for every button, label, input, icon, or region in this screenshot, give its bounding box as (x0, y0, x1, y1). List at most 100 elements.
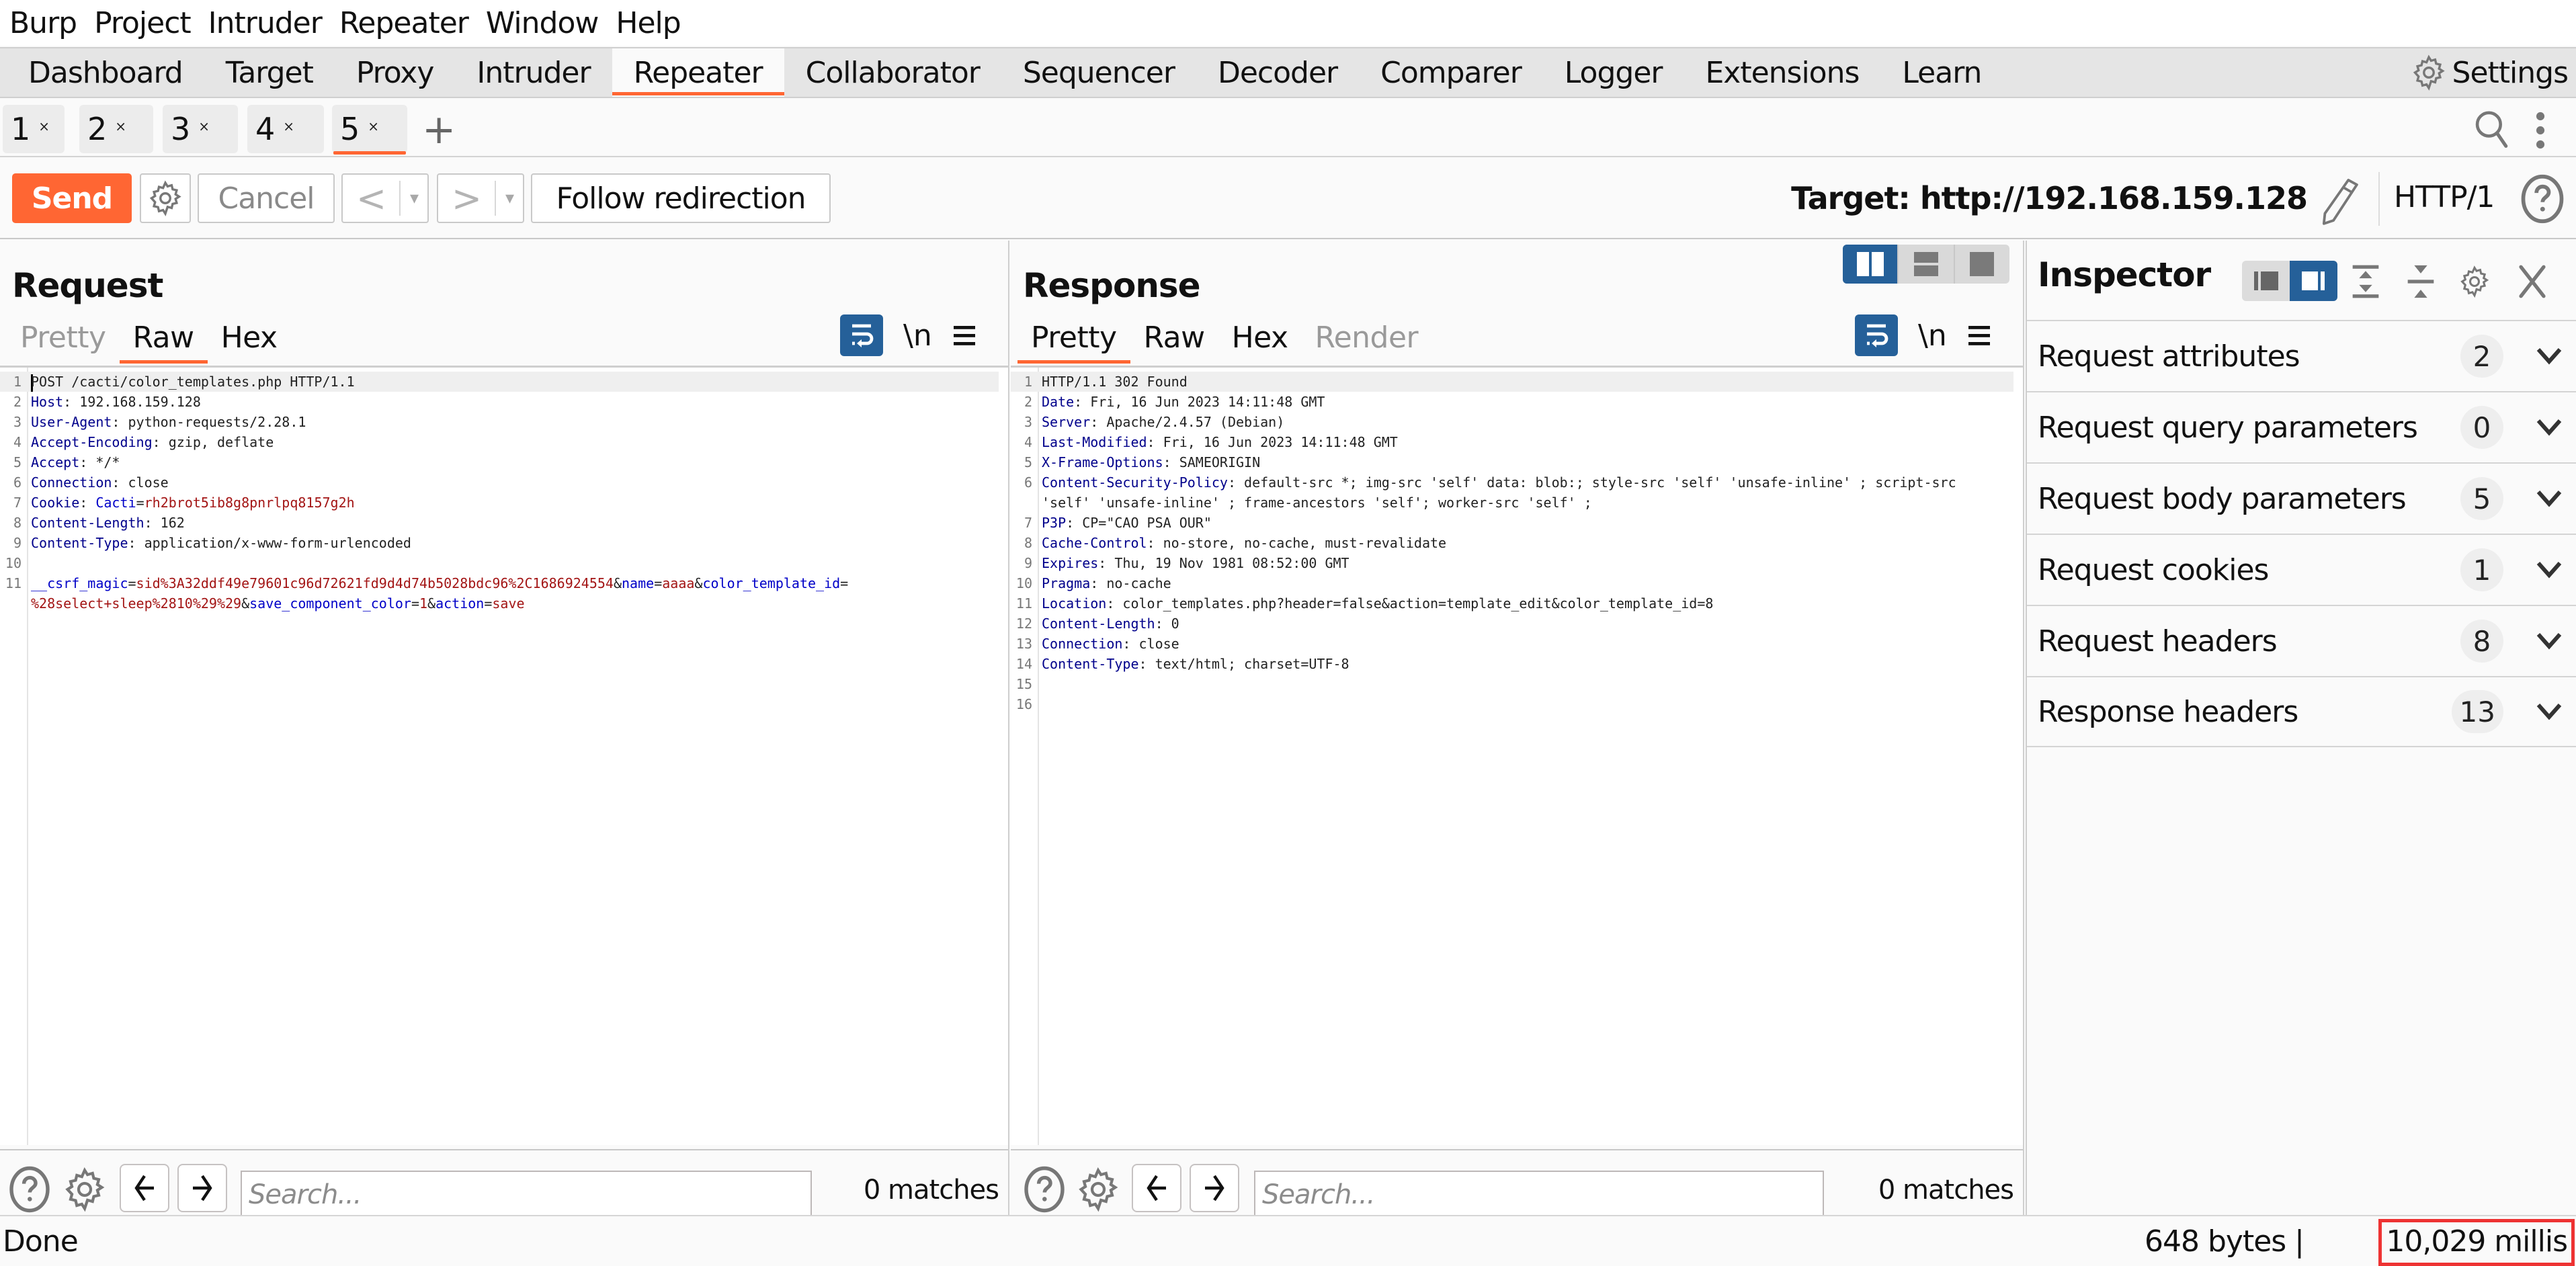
close-icon[interactable]: × (115, 118, 126, 134)
menu-window[interactable]: Window (486, 6, 599, 40)
settings-button[interactable]: Settings (2409, 48, 2569, 97)
search-previous-button[interactable] (120, 1164, 169, 1212)
forward-history-button[interactable]: > ▾ (437, 173, 524, 223)
close-icon[interactable]: × (283, 118, 294, 134)
inspector-section-request-cookies[interactable]: Request cookies 1 (2027, 534, 2576, 605)
response-editor[interactable]: 1 HTTP/1.1 302 Found 2 Date: Fri, 16 Jun 2… (1011, 366, 2023, 1145)
show-newlines-toggle[interactable]: \n (903, 319, 932, 353)
header-name: Connection (31, 474, 112, 491)
request-editor[interactable]: 1 POST /cacti/color_templates.php HTTP/1.… (0, 366, 1008, 1145)
tab-raw[interactable]: Raw (1130, 313, 1218, 362)
inspector-section-request-headers[interactable]: Request headers 8 (2027, 605, 2576, 676)
menu-project[interactable]: Project (94, 6, 192, 40)
layout-tabs-button[interactable] (1953, 245, 2009, 284)
tab-pretty[interactable]: Pretty (7, 313, 120, 362)
tab-render[interactable]: Render (1301, 313, 1431, 362)
send-options-button[interactable] (140, 173, 191, 223)
help-icon[interactable] (2517, 173, 2568, 224)
inspector-section-request-body-parameters[interactable]: Request body parameters 5 (2027, 462, 2576, 534)
search-icon[interactable] (2473, 109, 2511, 149)
tab-pretty[interactable]: Pretty (1017, 313, 1130, 364)
expand-all-icon[interactable] (2348, 262, 2383, 301)
help-icon[interactable] (5, 1164, 54, 1215)
response-title: Response (1023, 266, 1201, 305)
inspector-section-request-query-parameters[interactable]: Request query parameters 0 (2027, 391, 2576, 462)
http-protocol-selector[interactable]: HTTP/1 (2394, 180, 2495, 214)
layout-toggle (1843, 245, 2009, 284)
tab-comparer[interactable]: Comparer (1359, 48, 1543, 97)
tab-collaborator[interactable]: Collaborator (784, 48, 1001, 97)
help-icon[interactable] (1020, 1164, 1069, 1215)
dropdown-arrow-icon[interactable]: ▾ (401, 188, 427, 208)
tab-hex[interactable]: Hex (208, 313, 291, 362)
tab-sequencer[interactable]: Sequencer (1001, 48, 1196, 97)
chevron-down-icon[interactable] (2536, 702, 2563, 722)
word-wrap-toggle[interactable] (840, 314, 883, 356)
menu-burp[interactable]: Burp (9, 6, 77, 40)
header-value: SAMEORIGIN (1179, 454, 1261, 470)
word-wrap-toggle[interactable] (1855, 314, 1898, 356)
inspector-right-layout-button[interactable] (2290, 261, 2337, 301)
tab-target[interactable]: Target (204, 48, 335, 97)
gear-icon[interactable] (60, 1164, 109, 1215)
repeater-tab-1[interactable]: 1 × (3, 105, 65, 153)
search-next-button[interactable] (1190, 1164, 1239, 1212)
close-icon[interactable]: × (198, 118, 210, 134)
repeater-tab-3[interactable]: 3 × (163, 105, 238, 153)
menu-intruder[interactable]: Intruder (208, 6, 323, 40)
tab-decoder[interactable]: Decoder (1196, 48, 1359, 97)
collapse-all-icon[interactable] (2403, 262, 2438, 301)
tab-raw[interactable]: Raw (119, 313, 208, 364)
menu-repeater[interactable]: Repeater (339, 6, 469, 40)
status-text: Done (3, 1224, 79, 1259)
code-line-continuation: 'self' 'unsafe-inline' ; frame-ancestors… (1042, 495, 1592, 511)
code-line: 11 __csrf_magic=sid%3A32ddf49e79601c96d72… (5, 575, 849, 591)
code-line: 7 P3P: CP="CAO PSA OUR" (1024, 515, 1212, 531)
param-key: save_component_color (249, 595, 411, 611)
tab-extensions[interactable]: Extensions (1684, 48, 1880, 97)
show-newlines-toggle[interactable]: \n (1918, 319, 1947, 353)
pencil-edit-icon[interactable] (2312, 175, 2366, 226)
menu-icon[interactable] (1967, 323, 1991, 348)
gear-icon[interactable] (1074, 1164, 1122, 1215)
tab-intruder[interactable]: Intruder (455, 48, 612, 97)
inspector-section-response-headers[interactable]: Response headers 13 (2027, 676, 2576, 747)
follow-redirection-button[interactable]: Follow redirection (531, 173, 831, 223)
close-icon[interactable] (2515, 262, 2550, 301)
more-options-icon[interactable] (2534, 112, 2547, 149)
search-next-button[interactable] (177, 1164, 227, 1212)
request-search-input[interactable] (241, 1171, 812, 1219)
chevron-down-icon[interactable] (2536, 489, 2563, 509)
response-search-input[interactable] (1254, 1171, 1824, 1219)
close-icon[interactable]: × (38, 118, 50, 134)
repeater-tab-4[interactable]: 4 × (247, 105, 324, 153)
search-match-count: 0 matches (1878, 1175, 2014, 1206)
dropdown-arrow-icon[interactable]: ▾ (496, 188, 523, 208)
gear-icon[interactable] (2457, 262, 2492, 301)
repeater-tab-5[interactable]: 5 × (332, 105, 407, 155)
cancel-button[interactable]: Cancel (198, 173, 335, 223)
menu-icon[interactable] (952, 323, 977, 348)
menu-help[interactable]: Help (616, 6, 681, 40)
chevron-down-icon[interactable] (2536, 560, 2563, 580)
close-icon[interactable]: × (368, 118, 379, 134)
inspector-section-request-attributes[interactable]: Request attributes 2 (2027, 320, 2576, 391)
layout-side-by-side-button[interactable] (1843, 245, 1898, 284)
tab-repeater[interactable]: Repeater (612, 48, 784, 97)
repeater-tab-2[interactable]: 2 × (79, 105, 153, 153)
search-previous-button[interactable] (1132, 1164, 1181, 1212)
tab-hex[interactable]: Hex (1218, 313, 1302, 362)
chevron-down-icon[interactable] (2536, 417, 2563, 437)
layout-top-bottom-button[interactable] (1897, 245, 1953, 284)
tab-proxy[interactable]: Proxy (335, 48, 456, 97)
back-history-button[interactable]: < ▾ (341, 173, 429, 223)
send-button[interactable]: Send (12, 173, 132, 223)
chevron-down-icon[interactable] (2536, 631, 2563, 651)
new-tab-plus-icon[interactable]: + (422, 110, 456, 150)
tab-dashboard[interactable]: Dashboard (7, 48, 204, 97)
inspector-left-layout-button[interactable] (2242, 261, 2290, 301)
tab-logger[interactable]: Logger (1543, 48, 1684, 97)
status-bar: Done 648 bytes | 10,029 millis (0, 1215, 2576, 1266)
chevron-down-icon[interactable] (2536, 346, 2563, 366)
tab-learn[interactable]: Learn (1880, 48, 2003, 97)
